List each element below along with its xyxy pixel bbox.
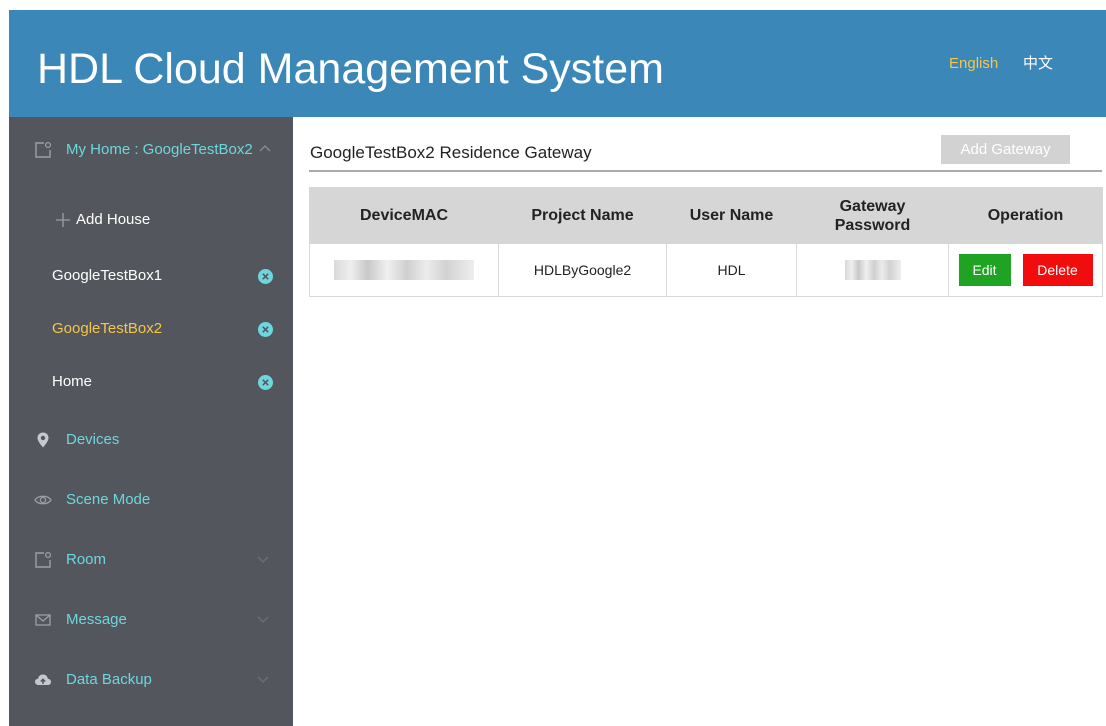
home-selector[interactable]: My Home : GoogleTestBox2: [9, 130, 293, 170]
nav-message[interactable]: Message: [9, 600, 293, 640]
column-header-user-name: User Name: [666, 187, 797, 244]
add-house-button[interactable]: Add House: [9, 200, 293, 240]
room-icon: [35, 551, 52, 568]
column-header-device-mac: DeviceMAC: [309, 187, 499, 244]
table-row: HDLByGoogle2 HDL Edit Delete: [309, 243, 1103, 297]
app-title: HDL Cloud Management System: [37, 45, 664, 93]
remove-house-icon[interactable]: [258, 322, 273, 337]
nav-label: Room: [66, 551, 107, 568]
app-header: HDL Cloud Management System English 中文: [9, 10, 1106, 117]
language-chinese-link[interactable]: 中文: [1023, 55, 1053, 73]
nav-label: Data Backup: [66, 671, 152, 688]
operation-cell: Edit Delete: [948, 243, 1103, 297]
nav-label: Devices: [66, 431, 120, 448]
plus-icon: [56, 213, 70, 227]
page-title: GoogleTestBox2 Residence Gateway: [310, 143, 592, 162]
chevron-down-icon: [257, 676, 269, 683]
nav-label: Message: [66, 611, 127, 628]
device-mac-cell: [309, 243, 499, 297]
gateway-table: DeviceMAC Project Name User Name Gateway…: [309, 187, 1103, 297]
nav-label: Scene Mode: [66, 491, 151, 508]
table-header-row: DeviceMAC Project Name User Name Gateway…: [309, 187, 1103, 244]
column-header-operation: Operation: [948, 187, 1103, 244]
cloud-upload-icon: [35, 674, 51, 685]
nav-devices[interactable]: Devices: [9, 420, 293, 460]
room-icon: [35, 141, 52, 158]
language-english-link[interactable]: English: [949, 55, 998, 73]
add-gateway-button[interactable]: Add Gateway: [941, 135, 1070, 164]
user-name-cell: HDL: [666, 243, 797, 297]
chevron-down-icon: [257, 556, 269, 563]
sidebar: My Home : GoogleTestBox2 Add House Googl…: [9, 117, 293, 726]
house-name: Home: [52, 373, 93, 390]
column-header-project-name: Project Name: [498, 187, 667, 244]
eye-icon: [34, 495, 52, 505]
edit-button[interactable]: Edit: [958, 254, 1011, 286]
redacted-gateway-password: [844, 260, 901, 280]
envelope-icon: [35, 614, 51, 626]
title-divider: [309, 170, 1102, 172]
house-name: GoogleTestBox1: [52, 267, 163, 284]
nav-scene-mode[interactable]: Scene Mode: [9, 480, 293, 520]
house-item-googletestbox2[interactable]: GoogleTestBox2: [9, 309, 293, 349]
nav-data-backup[interactable]: Data Backup: [9, 660, 293, 700]
house-item-googletestbox1[interactable]: GoogleTestBox1: [9, 256, 293, 296]
add-house-label: Add House: [76, 211, 151, 228]
remove-house-icon[interactable]: [258, 269, 273, 284]
chevron-down-icon: [257, 616, 269, 623]
home-selector-label: My Home : GoogleTestBox2: [66, 141, 253, 158]
location-pin-icon: [37, 432, 49, 448]
nav-room[interactable]: Room: [9, 540, 293, 580]
house-name: GoogleTestBox2: [52, 320, 163, 337]
remove-house-icon[interactable]: [258, 375, 273, 390]
chevron-up-icon: [259, 145, 271, 152]
house-item-home[interactable]: Home: [9, 362, 293, 402]
redacted-device-mac: [334, 260, 474, 280]
gateway-password-cell: [796, 243, 949, 297]
delete-button[interactable]: Delete: [1022, 254, 1093, 286]
column-header-gateway-password: Gateway Password: [796, 187, 949, 244]
project-name-cell: HDLByGoogle2: [498, 243, 667, 297]
